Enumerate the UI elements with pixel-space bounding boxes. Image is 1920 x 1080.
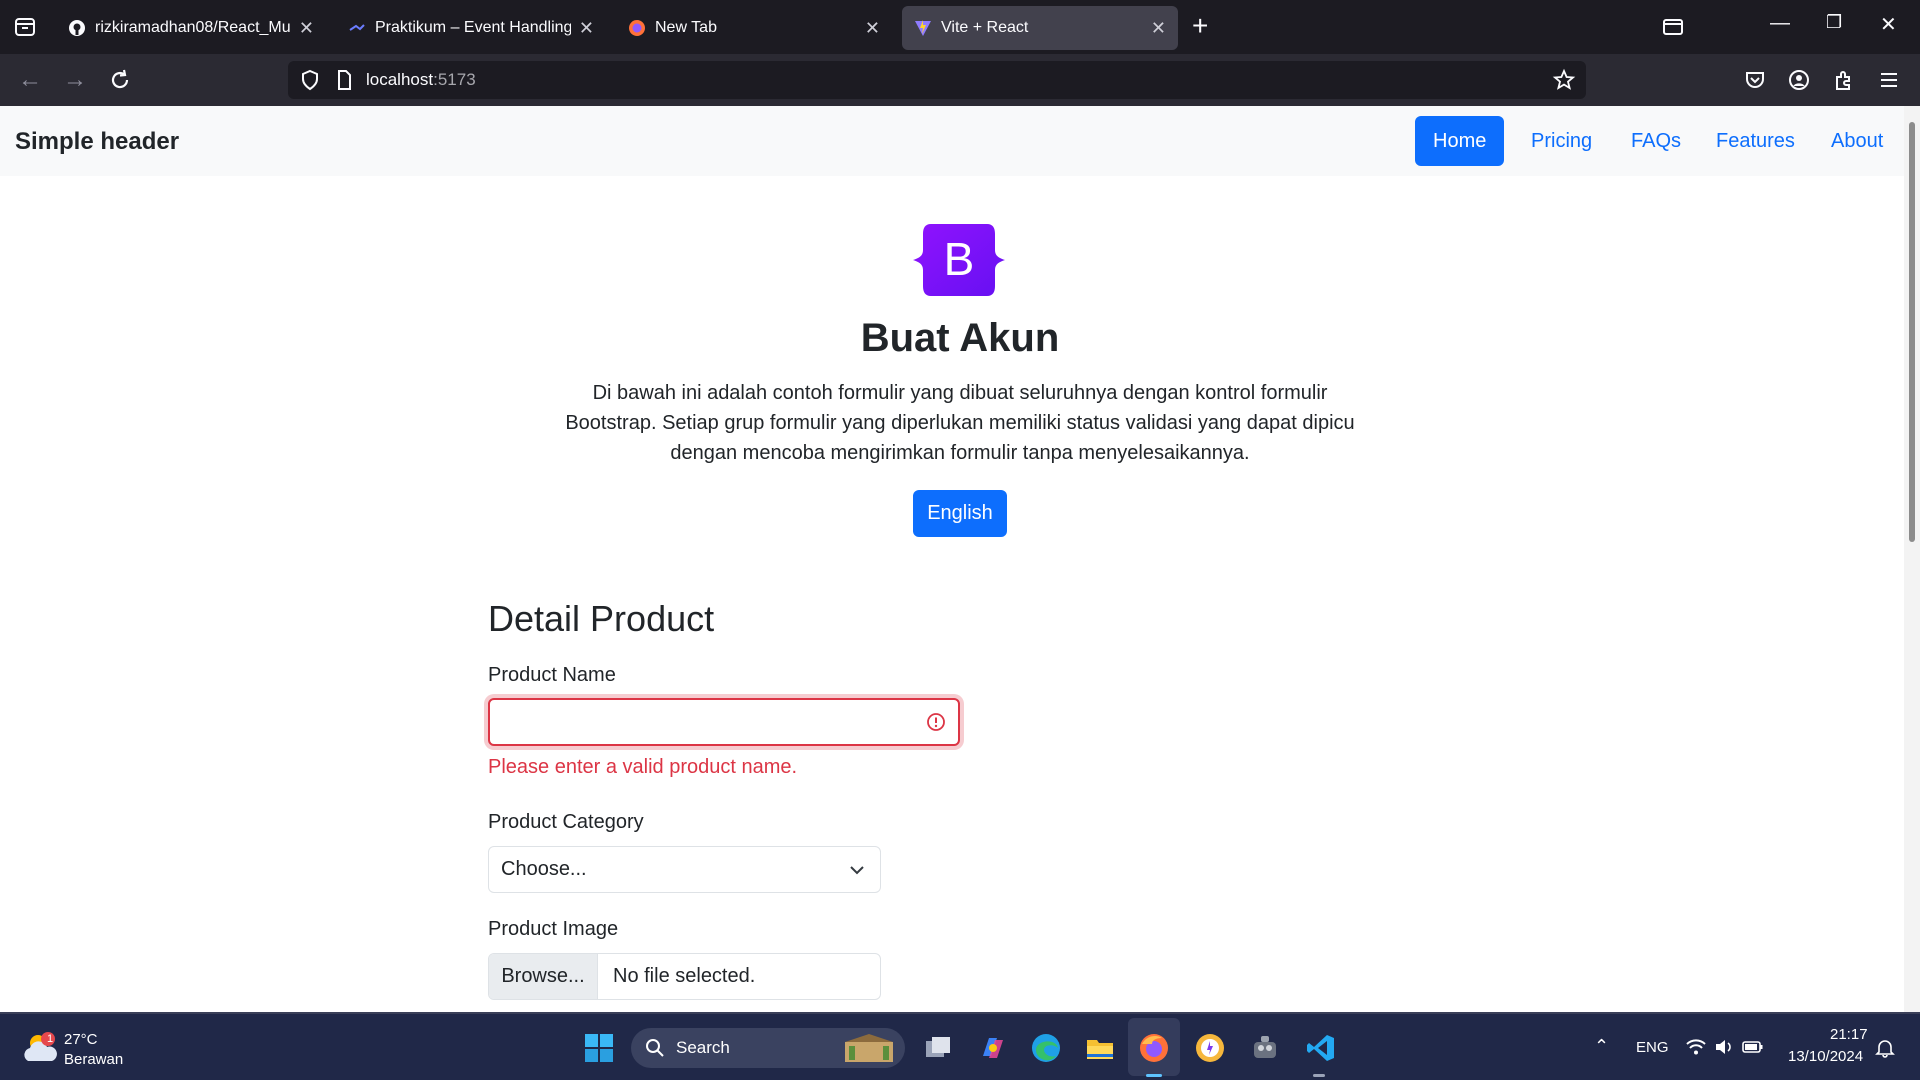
volume-icon[interactable]: [1714, 1038, 1734, 1056]
tab-list-icon[interactable]: [12, 14, 38, 40]
view-tabs-icon[interactable]: [1662, 16, 1684, 38]
clock-time[interactable]: 21:17: [1830, 1026, 1868, 1043]
nav-about[interactable]: About: [1813, 116, 1901, 166]
taskbar: 1 27°C Berawan Search ⌃ ENG 21:17 13/10/…: [0, 1012, 1920, 1080]
minimize-icon[interactable]: —: [1770, 12, 1790, 35]
pocket-icon[interactable]: [1743, 68, 1767, 92]
new-tab-button[interactable]: +: [1192, 12, 1208, 40]
chevron-down-icon: [850, 866, 864, 875]
bootstrap-logo: B: [913, 224, 1005, 296]
product-category-label: Product Category: [488, 811, 644, 833]
tab-vite-react[interactable]: Vite + React ✕: [902, 6, 1178, 50]
notification-bell-icon[interactable]: [1875, 1038, 1895, 1058]
close-tab-icon[interactable]: ✕: [579, 18, 594, 39]
product-image-file-input[interactable]: Browse... No file selected.: [488, 953, 881, 1000]
product-name-label: Product Name: [488, 664, 616, 686]
tab-title: rizkiramadhan08/React_Muham: [95, 19, 291, 36]
language-indicator[interactable]: ENG: [1636, 1039, 1669, 1056]
brand[interactable]: Simple header: [15, 128, 179, 156]
url-bar[interactable]: localhost:5173: [288, 61, 1586, 99]
page-scrollbar[interactable]: [1904, 106, 1920, 1012]
firefox-icon: [629, 20, 645, 36]
product-image-label: Product Image: [488, 918, 619, 940]
battery-icon[interactable]: [1742, 1038, 1764, 1056]
tab-github[interactable]: rizkiramadhan08/React_Muham ✕: [56, 6, 326, 50]
open-indicator: [1313, 1074, 1325, 1077]
windows-start-icon[interactable]: [583, 1032, 615, 1064]
star-icon[interactable]: [1552, 68, 1576, 92]
app-icon-gray[interactable]: [1249, 1032, 1281, 1064]
close-tab-icon[interactable]: ✕: [865, 18, 880, 39]
forward-icon[interactable]: →: [62, 67, 88, 93]
tab-title: Vite + React: [941, 19, 1029, 36]
product-name-error: Please enter a valid product name.: [488, 756, 798, 778]
close-tab-icon[interactable]: ✕: [1151, 18, 1166, 39]
nav-faqs[interactable]: FAQs: [1613, 116, 1699, 166]
browser-tab-bar: rizkiramadhan08/React_Muham ✕ Praktikum …: [0, 0, 1920, 54]
shield-icon[interactable]: [298, 68, 322, 92]
vite-icon: [915, 20, 931, 36]
tray-expand-icon[interactable]: ⌃: [1594, 1036, 1609, 1057]
lead-line: dengan mencoba mengirimkan formulir tanp…: [670, 442, 1250, 464]
file-status: No file selected.: [613, 965, 756, 987]
firefox-icon[interactable]: [1138, 1032, 1170, 1064]
logo-letter: B: [944, 233, 975, 285]
browser-nav-bar: ← → localhost:5173: [0, 54, 1920, 106]
account-icon[interactable]: [1787, 68, 1811, 92]
form-title: Detail Product: [488, 598, 715, 639]
vscode-icon[interactable]: [1305, 1032, 1337, 1064]
lead-text: Di bawah ini adalah contoh formulir yang…: [555, 378, 1365, 468]
page-content: Simple header Home Pricing FAQs Features…: [0, 106, 1904, 1012]
active-indicator: [1146, 1074, 1162, 1077]
search-highlight-icon: [845, 1034, 893, 1062]
url-port: :5173: [433, 70, 476, 89]
lead-line: Bootstrap. Setiap grup formulir yang dip…: [565, 412, 1355, 434]
wifi-icon[interactable]: [1686, 1038, 1706, 1056]
tab-title: Praktikum – Event Handling – O: [375, 19, 571, 36]
restore-icon[interactable]: ❐: [1826, 12, 1842, 33]
close-tab-icon[interactable]: ✕: [299, 18, 314, 39]
tab-praktikum[interactable]: Praktikum – Event Handling – O ✕: [336, 6, 606, 50]
app-icon-yellow[interactable]: [1194, 1032, 1226, 1064]
temperature: 27°C: [64, 1031, 98, 1048]
copilot-icon[interactable]: [977, 1032, 1009, 1064]
back-icon[interactable]: ←: [17, 67, 43, 93]
browse-button[interactable]: Browse...: [489, 954, 598, 999]
menu-icon[interactable]: [1877, 68, 1901, 92]
select-value: Choose...: [501, 858, 587, 880]
tab-new-tab[interactable]: New Tab ✕: [616, 6, 892, 50]
nav-features[interactable]: Features: [1698, 116, 1813, 166]
scrollbar-thumb[interactable]: [1909, 122, 1915, 542]
error-icon: [927, 713, 945, 731]
reload-icon[interactable]: [108, 68, 132, 92]
github-icon: [69, 20, 85, 36]
site-icon: [349, 24, 365, 31]
nav-pricing[interactable]: Pricing: [1513, 116, 1610, 166]
site-header: Simple header Home Pricing FAQs Features…: [0, 106, 1904, 176]
taskbar-search[interactable]: Search: [631, 1028, 905, 1068]
url-host: localhost: [366, 70, 434, 89]
weather-badge: 1: [46, 1033, 54, 1045]
weather-condition: Berawan: [64, 1051, 124, 1068]
search-icon: [646, 1039, 664, 1057]
file-explorer-icon[interactable]: [1084, 1032, 1116, 1064]
edge-icon[interactable]: [1030, 1032, 1062, 1064]
nav-home[interactable]: Home: [1415, 116, 1505, 166]
tab-title: New Tab: [655, 19, 717, 36]
clock-date[interactable]: 13/10/2024: [1788, 1048, 1863, 1065]
product-category-select[interactable]: Choose...: [488, 846, 881, 893]
task-view-icon[interactable]: [922, 1032, 954, 1064]
extensions-icon[interactable]: [1832, 68, 1856, 92]
product-name-input[interactable]: [488, 698, 960, 746]
url-text: localhost:5173: [366, 70, 476, 90]
lead-line: Di bawah ini adalah contoh formulir yang…: [592, 382, 1328, 404]
page-icon[interactable]: [332, 68, 356, 92]
search-placeholder: Search: [676, 1038, 730, 1057]
page-title: Buat Akun: [860, 316, 1060, 360]
window-close-icon[interactable]: ✕: [1880, 12, 1897, 37]
language-button[interactable]: English: [913, 490, 1007, 537]
